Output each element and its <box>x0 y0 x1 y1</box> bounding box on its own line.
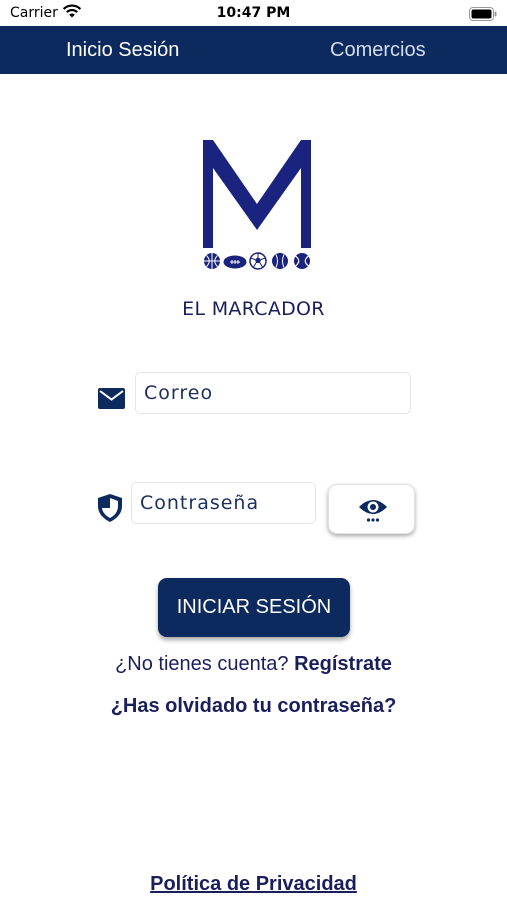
app-name: EL MARCADOR <box>182 298 325 320</box>
password-field[interactable] <box>131 482 316 524</box>
status-bar: Carrier 10:47 PM <box>0 0 507 26</box>
baseball-icon <box>271 252 289 274</box>
toggle-password-button[interactable] <box>328 484 415 534</box>
tab-comercios[interactable]: Comercios <box>330 26 426 74</box>
privacy-policy-link[interactable]: Política de Privacidad <box>0 873 507 896</box>
tab-inicio-sesion[interactable]: Inicio Sesión <box>66 26 179 74</box>
register-link[interactable]: Regístrate <box>294 653 392 675</box>
forgot-password-link[interactable]: ¿Has olvidado tu contraseña? <box>0 695 507 718</box>
battery-icon <box>469 6 497 25</box>
tennis-ball-icon <box>293 252 311 274</box>
signup-prompt: ¿No tienes cuenta? Regístrate <box>0 653 507 676</box>
basketball-icon <box>203 252 221 274</box>
shield-icon <box>98 494 122 526</box>
football-icon <box>223 254 247 273</box>
email-field[interactable] <box>135 372 411 414</box>
envelope-icon <box>98 388 125 413</box>
clock: 10:47 PM <box>216 5 291 21</box>
no-account-text: ¿No tienes cuenta? <box>115 653 289 675</box>
login-button[interactable]: INICIAR SESIÓN <box>158 578 350 637</box>
eye-icon <box>359 500 387 522</box>
balls-row <box>201 251 313 271</box>
soccer-ball-icon <box>249 252 267 274</box>
top-nav-bar: Inicio Sesión Comercios <box>0 26 507 74</box>
